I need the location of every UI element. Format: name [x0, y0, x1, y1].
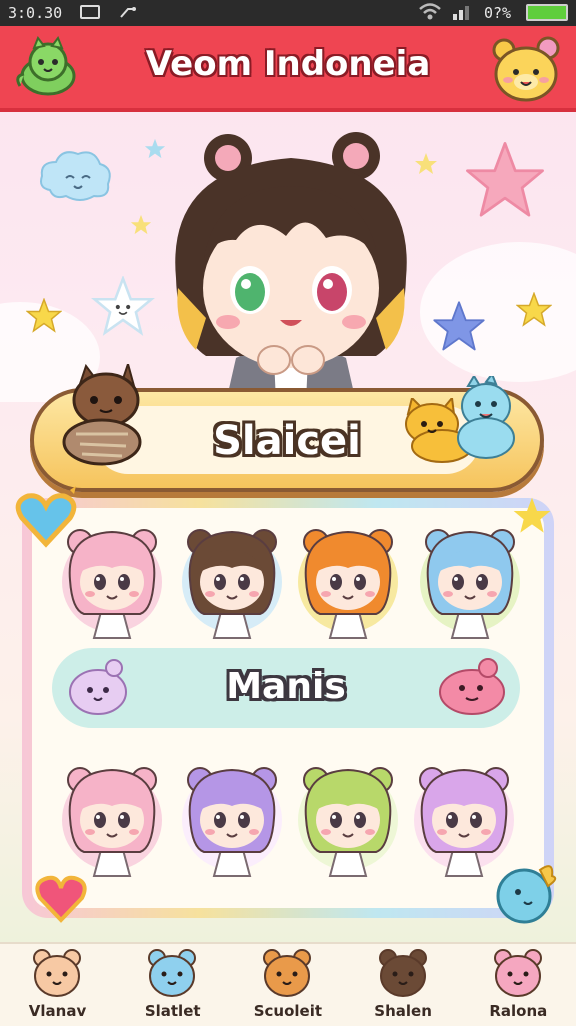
- brown-cat-pet[interactable]: [56, 364, 148, 468]
- nav-label: Scuoleit: [253, 1002, 323, 1020]
- nav-item-ralona[interactable]: Ralona: [461, 944, 576, 1026]
- cloud-face-icon: [40, 151, 111, 201]
- brown-hair-flower-girl[interactable]: [176, 520, 288, 644]
- nav-item-vlanav[interactable]: Vlanav: [0, 944, 115, 1026]
- pink-pig-pet: [439, 658, 505, 715]
- blue-seal-icon: [148, 949, 197, 997]
- star-icon: [516, 292, 552, 327]
- bear-icon: [33, 949, 81, 997]
- app-header: Veom Indoneia: [0, 26, 576, 112]
- nav-item-scuoleit[interactable]: Scuoleit: [230, 944, 345, 1026]
- blue-hair-bear-girl[interactable]: [414, 520, 526, 644]
- signal-icon: [453, 6, 469, 20]
- battery-icon: [526, 4, 568, 21]
- pink-hair-bear-girl[interactable]: [56, 520, 168, 644]
- nav-label: Ralona: [489, 1002, 548, 1020]
- purple-hair-cat-girl[interactable]: [176, 758, 288, 882]
- nav-label: Vlanav: [28, 1002, 87, 1020]
- orange-hair-panda-girl[interactable]: [292, 520, 404, 644]
- nav-item-shalen[interactable]: Shalen: [346, 944, 461, 1026]
- bottom-navigation: Vlanav Slatlet Scuoleit Shalen Ralona: [0, 942, 576, 1026]
- nav-label: Shalen: [374, 1002, 432, 1020]
- girl-avatar-icon: [378, 949, 427, 997]
- yellow-bear-mascot-icon[interactable]: [490, 34, 562, 102]
- green-hair-bear-girl[interactable]: [292, 758, 404, 882]
- usb-icon: [120, 7, 136, 18]
- lilac-hair-girl[interactable]: [408, 758, 520, 882]
- blue-dino-pet[interactable]: [456, 376, 518, 460]
- blue-star-icon: [433, 301, 485, 351]
- pink-star-icon: [466, 142, 544, 217]
- status-bar: 3:0.30 0?%: [0, 0, 576, 26]
- hero-section: [0, 112, 576, 402]
- star-icon: [26, 298, 62, 333]
- fox-icon: [263, 949, 312, 997]
- wifi-icon: [419, 3, 441, 20]
- purple-blob-pet: [69, 659, 127, 715]
- nav-item-slatlet[interactable]: Slatlet: [115, 944, 230, 1026]
- pink-hair-twin-girl[interactable]: [56, 758, 168, 882]
- nav-label: Slatlet: [144, 1002, 201, 1020]
- smiling-star-icon: [91, 276, 155, 336]
- photo-notification-icon: [80, 5, 100, 19]
- chibi-girl-with-bear-ears[interactable]: [156, 128, 426, 402]
- star-icon: [130, 214, 152, 235]
- battery-percent: 0?%: [484, 4, 512, 22]
- pink-pig-icon: [493, 949, 542, 997]
- status-time: 3:0.30: [8, 4, 63, 22]
